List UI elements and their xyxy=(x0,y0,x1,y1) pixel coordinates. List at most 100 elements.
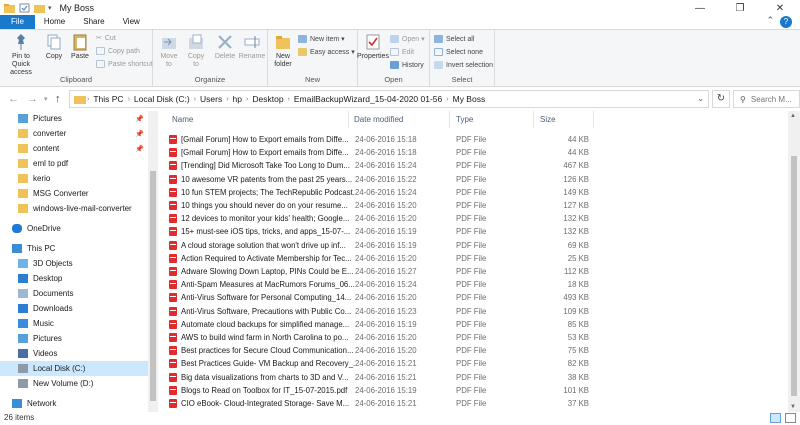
delete-button[interactable]: Delete xyxy=(213,33,237,61)
breadcrumb-emailbackupwizard[interactable]: EmailBackupWizard_15-04-2020 01-56 xyxy=(291,94,445,104)
new-folder-quick-icon[interactable] xyxy=(34,3,45,13)
move-to-button[interactable]: Move to xyxy=(157,33,181,69)
rename-button[interactable]: Rename xyxy=(239,33,265,61)
sidebar-scrollbar[interactable] xyxy=(148,111,158,412)
sidebar-item-network[interactable]: Network xyxy=(0,396,148,411)
sidebar-item-music[interactable]: Music xyxy=(0,316,148,331)
sidebar-item-content[interactable]: content 📌 xyxy=(0,141,148,156)
sidebar-item-downloads[interactable]: Downloads xyxy=(0,301,148,316)
table-row[interactable]: Automate cloud backups for simplified ma… xyxy=(169,318,593,331)
paste-button[interactable]: Paste xyxy=(69,33,91,61)
search-box[interactable]: ⚲ Search M... xyxy=(733,90,800,108)
file-list-scroll-thumb[interactable] xyxy=(791,156,797,396)
close-button[interactable]: ✕ xyxy=(760,0,800,16)
collapse-ribbon-icon[interactable]: ⌃ xyxy=(766,15,774,26)
up-button[interactable]: ↑ xyxy=(55,93,61,105)
minimize-button[interactable]: — xyxy=(680,0,720,16)
table-row[interactable]: 10 fun STEM projects; The TechRepublic P… xyxy=(169,186,593,199)
sidebar-item-pictures-pinned[interactable]: Pictures 📌 xyxy=(0,111,148,126)
history-button[interactable]: History xyxy=(390,61,424,69)
column-header-type[interactable]: Type xyxy=(456,115,473,124)
column-divider[interactable] xyxy=(533,111,534,128)
invert-selection-button[interactable]: Invert selection xyxy=(434,61,493,69)
easy-access-button[interactable]: Easy access ▾ xyxy=(298,48,355,56)
tab-view[interactable]: View xyxy=(114,15,149,29)
sidebar-item-eml-to-pdf[interactable]: eml to pdf xyxy=(0,156,148,171)
sidebar-item-videos[interactable]: Videos xyxy=(0,346,148,361)
large-icons-view-icon[interactable] xyxy=(785,413,796,423)
properties-check-icon[interactable] xyxy=(19,3,30,13)
address-dropdown-icon[interactable]: ⌄ xyxy=(697,94,704,103)
copy-button[interactable]: Copy xyxy=(43,33,65,61)
sidebar-item-onedrive[interactable]: OneDrive xyxy=(0,221,148,236)
help-icon[interactable]: ? xyxy=(780,16,792,28)
properties-button[interactable]: Properties xyxy=(357,33,389,61)
table-row[interactable]: Anti-Spam Measures at MacRumors Forums_0… xyxy=(169,278,593,291)
column-header-date[interactable]: Date modified xyxy=(354,115,403,124)
breadcrumb-my-boss[interactable]: My Boss xyxy=(450,94,489,104)
forward-button[interactable]: → xyxy=(27,93,38,105)
table-row[interactable]: Action Required to Activate Membership f… xyxy=(169,252,593,265)
pin-icon[interactable]: 📌 xyxy=(135,145,144,153)
sidebar-item-documents[interactable]: Documents xyxy=(0,286,148,301)
maximize-button[interactable]: ❐ xyxy=(720,0,760,16)
sidebar-item-msg-converter[interactable]: MSG Converter xyxy=(0,186,148,201)
breadcrumb-local-disk[interactable]: Local Disk (C:) xyxy=(131,94,193,104)
table-row[interactable]: Best practices for Secure Cloud Communic… xyxy=(169,344,593,357)
cut-button[interactable]: ✂ Cut xyxy=(96,34,116,43)
breadcrumb-hp[interactable]: hp xyxy=(230,94,245,104)
back-button[interactable]: ← xyxy=(8,93,19,105)
table-row[interactable]: 12 devices to monitor your kids' health;… xyxy=(169,212,593,225)
table-row[interactable]: [Gmail Forum] How to Export emails from … xyxy=(169,133,593,146)
table-row[interactable]: Big data visualizations from charts to 3… xyxy=(169,371,593,384)
breadcrumb-this-pc[interactable]: This PC xyxy=(90,94,126,104)
scroll-down-icon[interactable]: ▼ xyxy=(790,404,796,410)
table-row[interactable]: 10 things you should never do on your re… xyxy=(169,199,593,212)
sidebar-item-desktop[interactable]: Desktop xyxy=(0,271,148,286)
open-button[interactable]: Open ▾ xyxy=(390,35,425,43)
sidebar-item-kerio[interactable]: kerio xyxy=(0,171,148,186)
select-none-button[interactable]: Select none xyxy=(434,48,483,56)
tab-share[interactable]: Share xyxy=(74,15,113,29)
table-row[interactable]: 10 awesome VR patents from the past 25 y… xyxy=(169,173,593,186)
table-row[interactable]: [Gmail Forum] How to Export emails from … xyxy=(169,146,593,159)
table-row[interactable]: CIO eBook- Cloud-Integrated Storage- Sav… xyxy=(169,397,593,410)
file-list-scrollbar[interactable]: ▲ ▼ xyxy=(788,111,800,412)
column-header-name[interactable]: Name xyxy=(172,115,193,124)
refresh-button[interactable]: ↻ xyxy=(712,90,730,108)
quick-access-dropdown-icon[interactable]: ▾ xyxy=(48,4,52,12)
address-bar[interactable]: › This PC › Local Disk (C:) › Users › hp… xyxy=(69,90,709,108)
table-row[interactable]: 15+ must-see iOS tips, tricks, and apps_… xyxy=(169,225,593,238)
copy-to-button[interactable]: Copy to xyxy=(184,33,208,69)
sidebar-item-new-volume-d[interactable]: New Volume (D:) xyxy=(0,376,148,391)
recent-locations-icon[interactable]: ▾ xyxy=(44,95,48,103)
table-row[interactable]: Anti-Virus Software for Personal Computi… xyxy=(169,291,593,304)
sidebar-item-pictures[interactable]: Pictures xyxy=(0,331,148,346)
column-header-size[interactable]: Size xyxy=(540,115,556,124)
table-row[interactable]: Best Practices Guide- VM Backup and Reco… xyxy=(169,357,593,370)
pin-quick-access-button[interactable]: Pin to Quick access xyxy=(4,33,38,77)
select-all-button[interactable]: Select all xyxy=(434,35,474,43)
sidebar-item-3d-objects[interactable]: 3D Objects xyxy=(0,256,148,271)
new-folder-button[interactable]: New folder xyxy=(271,33,295,69)
column-divider[interactable] xyxy=(593,111,594,128)
sidebar-item-converter[interactable]: converter 📌 xyxy=(0,126,148,141)
paste-shortcut-button[interactable]: Paste shortcut xyxy=(96,60,153,68)
sidebar-item-local-disk-c[interactable]: Local Disk (C:) xyxy=(0,361,148,376)
pin-icon[interactable]: 📌 xyxy=(135,115,144,123)
copy-path-button[interactable]: Copy path xyxy=(96,47,140,55)
table-row[interactable]: Anti-Virus Software, Precautions with Pu… xyxy=(169,305,593,318)
table-row[interactable]: A cloud storage solution that won't driv… xyxy=(169,239,593,252)
details-view-icon[interactable] xyxy=(770,413,781,423)
table-row[interactable]: [Trending] Did Microsoft Take Too Long t… xyxy=(169,159,593,172)
edit-button[interactable]: Edit xyxy=(390,48,414,56)
table-row[interactable]: AWS to build wind farm in North Carolina… xyxy=(169,331,593,344)
tab-home[interactable]: Home xyxy=(35,15,74,29)
table-row[interactable]: Blogs to Read on Toolbox for IT_15-07-20… xyxy=(169,384,593,397)
sidebar-item-this-pc[interactable]: This PC xyxy=(0,241,148,256)
sidebar-item-windows-live-mail-converter[interactable]: windows-live-mail-converter xyxy=(0,201,148,216)
column-divider[interactable] xyxy=(449,111,450,128)
pin-icon[interactable]: 📌 xyxy=(135,130,144,138)
new-item-button[interactable]: New item ▾ xyxy=(298,35,345,43)
column-divider[interactable] xyxy=(348,111,349,128)
